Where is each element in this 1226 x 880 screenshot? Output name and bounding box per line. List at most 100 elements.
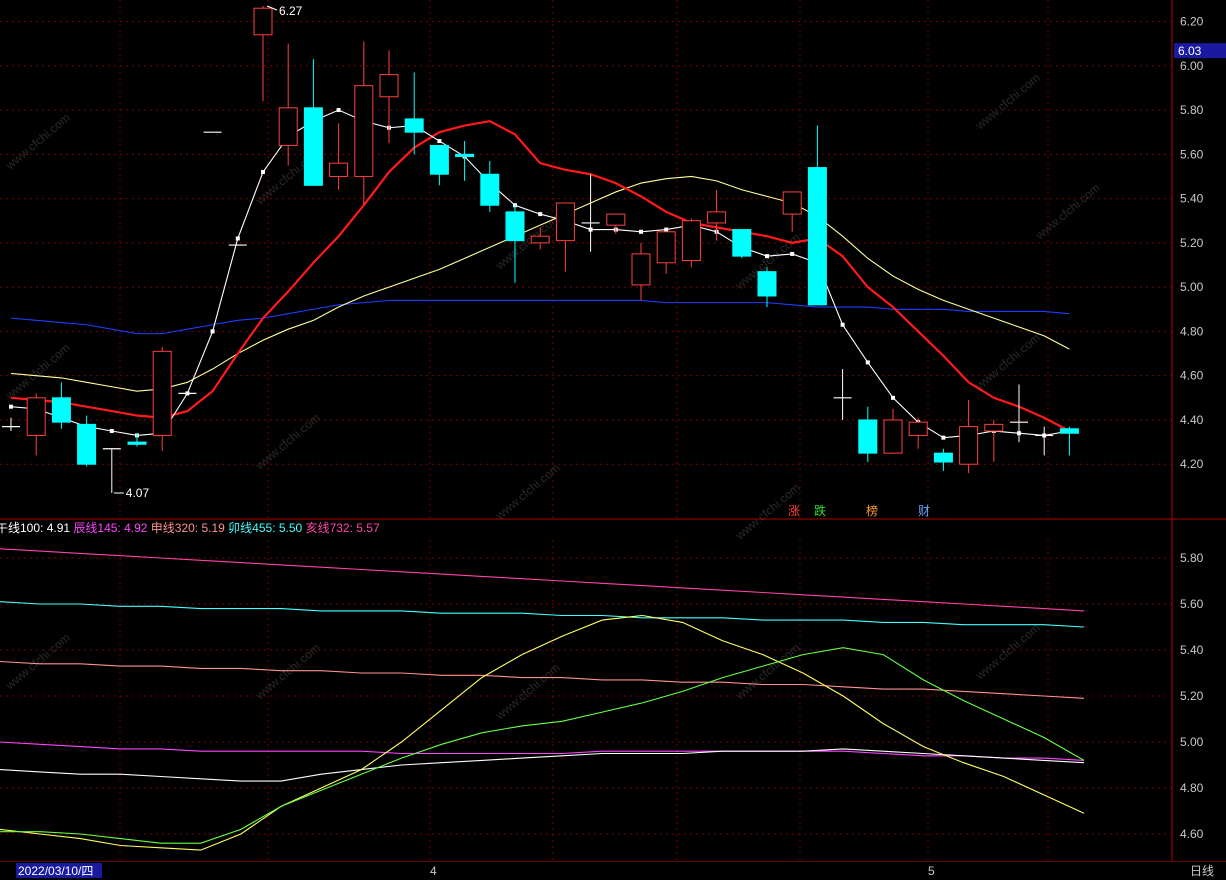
watermark-text: www.cfchi.com [972, 71, 1043, 133]
candle[interactable] [732, 229, 752, 259]
candle[interactable] [379, 50, 399, 144]
candle[interactable] [429, 144, 449, 186]
candle[interactable] [681, 218, 701, 268]
candle[interactable] [253, 6, 273, 102]
ma5-point [336, 108, 341, 113]
candle-body-up [530, 235, 550, 244]
candle-body-up [656, 231, 676, 264]
indicator-line [0, 548, 1085, 612]
candle[interactable] [555, 202, 575, 272]
candle[interactable] [1059, 426, 1079, 456]
legend-value: 5.50 [279, 521, 303, 535]
legend-value: 5.57 [356, 521, 380, 535]
legend-value: 4.91 [47, 521, 71, 535]
candle[interactable] [404, 72, 424, 155]
ma5-point [865, 360, 870, 365]
watermark-text: www.cfchi.com [492, 661, 563, 723]
event-marker[interactable]: 涨 [788, 503, 800, 518]
candle[interactable] [278, 43, 298, 166]
price-tick-label: 5.20 [1180, 236, 1204, 250]
candle[interactable] [51, 382, 71, 429]
candle[interactable] [26, 393, 46, 456]
sub-tick-label: 5.60 [1180, 597, 1204, 611]
ma5-point [210, 329, 215, 334]
month-tick-4: 4 [430, 864, 437, 878]
event-marker[interactable]: 榜 [866, 503, 878, 518]
candle[interactable] [152, 346, 172, 451]
candle[interactable] [1035, 426, 1054, 456]
candle-body-down [455, 153, 475, 158]
candle-body-down [127, 441, 147, 445]
candle[interactable] [606, 213, 626, 235]
event-marker[interactable]: 财 [918, 504, 930, 518]
candle[interactable] [631, 242, 651, 301]
candle-body-down [429, 144, 449, 175]
candle[interactable] [807, 125, 827, 306]
high-price-label: 6.27 [279, 4, 303, 18]
candle-body-up [631, 253, 651, 286]
candle-body-down [51, 397, 71, 423]
main-chart-grid [0, 0, 1172, 518]
price-tick-label: 6.20 [1180, 14, 1204, 28]
candle[interactable] [984, 419, 1004, 463]
candle-body-up [152, 350, 172, 436]
candle[interactable] [102, 448, 121, 493]
candle[interactable] [883, 408, 903, 454]
main-candlestick-chart[interactable]: 6.27 4.07 [2, 4, 1079, 500]
candle-body-up [883, 419, 903, 454]
candle-body-down [933, 452, 953, 463]
candle[interactable] [757, 267, 777, 308]
candle[interactable] [833, 369, 852, 420]
candle-body-up [329, 162, 349, 177]
ma5-point [765, 254, 769, 259]
candle[interactable] [77, 415, 97, 467]
candle[interactable] [933, 448, 953, 471]
bottom-date-bar[interactable]: 2022/03/10/四 4 5 日线 [0, 862, 1226, 880]
candle-body-up [959, 426, 979, 465]
sub-indicator-legend: 午线100: 4.91 辰线145: 4.92 申线320: 5.19 卯线45… [0, 521, 380, 535]
sub-tick-label: 4.60 [1180, 827, 1204, 841]
watermark-text: www.cfchi.com [972, 621, 1043, 683]
candle[interactable] [303, 59, 323, 186]
candle-body-down [404, 118, 424, 133]
event-marker[interactable]: 跌 [814, 503, 826, 518]
candle[interactable] [329, 123, 349, 190]
sub-tick-label: 5.40 [1180, 643, 1204, 657]
candle[interactable] [858, 406, 878, 463]
candle[interactable] [354, 41, 374, 206]
candle-body-down [505, 211, 525, 242]
candle[interactable] [782, 191, 802, 232]
ma-line-ma60 [10, 299, 1070, 335]
candle-body-up [782, 191, 802, 215]
ma5-point [437, 139, 442, 144]
candle-body-down [732, 229, 752, 257]
candle[interactable] [455, 141, 475, 181]
sub-chart-grid [0, 540, 1172, 862]
indicator-legend-text: 午线100: 4.91 辰线145: 4.92 申线320: 5.19 卯线45… [0, 521, 380, 535]
candle[interactable] [480, 160, 500, 212]
chart-frame [0, 0, 1226, 880]
ma5-point [941, 435, 946, 440]
candle[interactable] [2, 417, 20, 432]
event-markers[interactable]: 涨跌 榜 财 [788, 503, 930, 518]
candle[interactable] [908, 417, 928, 449]
candle-body-down [480, 173, 500, 206]
low-price-label: 4.07 [126, 486, 150, 500]
candle[interactable] [707, 189, 727, 241]
indicator-line [0, 741, 1085, 761]
stock-chart[interactable]: www.cfchi.com www.cfchi.com www.cfchi.com w… [0, 0, 1226, 880]
candle-body-up [278, 107, 298, 146]
legend-value: 5.19 [201, 521, 225, 535]
period-label[interactable]: 日线 [1190, 864, 1214, 878]
indicator-line [0, 601, 1085, 628]
candle[interactable] [656, 231, 676, 274]
candle-body-up [26, 397, 46, 436]
price-tick-label: 4.80 [1180, 324, 1204, 338]
month-tick-5: 5 [928, 864, 935, 878]
ma5-point [664, 227, 669, 232]
candle-body-down [757, 271, 777, 297]
price-tick-label: 4.60 [1180, 369, 1204, 383]
sub-indicator-chart[interactable] [0, 548, 1085, 851]
candle[interactable] [581, 174, 600, 252]
candle[interactable] [959, 400, 979, 474]
